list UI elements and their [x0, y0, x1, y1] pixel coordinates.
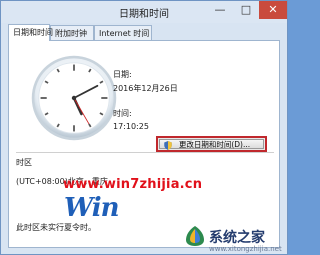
date-value: 2016年12月26日	[113, 84, 178, 93]
timezone-heading: 时区	[16, 158, 32, 167]
time-label: 时间:	[113, 109, 132, 118]
tab-panel: 日期: 2016年12月26日 时间: 17:10:25 更改日期和时间(D).…	[8, 40, 282, 253]
change-date-time-label: 更改日期和时间(D)...	[178, 140, 251, 149]
change-date-time-button[interactable]: 更改日期和时间(D)...	[156, 136, 267, 152]
time-value: 17:10:25	[113, 122, 149, 131]
dst-note: 此时区未实行夏令时。	[16, 223, 96, 232]
tab-additional-clocks[interactable]: 附加时钟	[50, 25, 94, 40]
watermark-win-logo: Win	[64, 193, 120, 223]
shield-icon	[164, 141, 172, 150]
minimize-button[interactable]: —	[207, 1, 233, 19]
tab-date-time[interactable]: 日期和时间	[8, 24, 53, 41]
clock-icon	[31, 55, 117, 141]
close-button[interactable]: ✕	[259, 1, 287, 19]
date-time-dialog: 日期和时间 — □ ✕ 日期和时间 附加时钟 Internet 时间 日期: 2…	[0, 0, 288, 255]
tab-internet-time[interactable]: Internet 时间	[94, 25, 152, 40]
section-divider	[16, 152, 274, 153]
title-bar: 日期和时间 — □ ✕	[1, 1, 287, 23]
date-label: 日期:	[113, 70, 132, 79]
brand-logo-icon	[186, 226, 204, 246]
watermark-brand-name: 系统之家	[209, 230, 265, 246]
maximize-button[interactable]: □	[233, 1, 259, 19]
change-date-time-button-face[interactable]: 更改日期和时间(D)...	[159, 139, 264, 150]
watermark-brand-url: www.xitongzhijia.net	[209, 245, 282, 253]
watermark-site-url: www.win7zhijia.cn	[63, 177, 203, 192]
